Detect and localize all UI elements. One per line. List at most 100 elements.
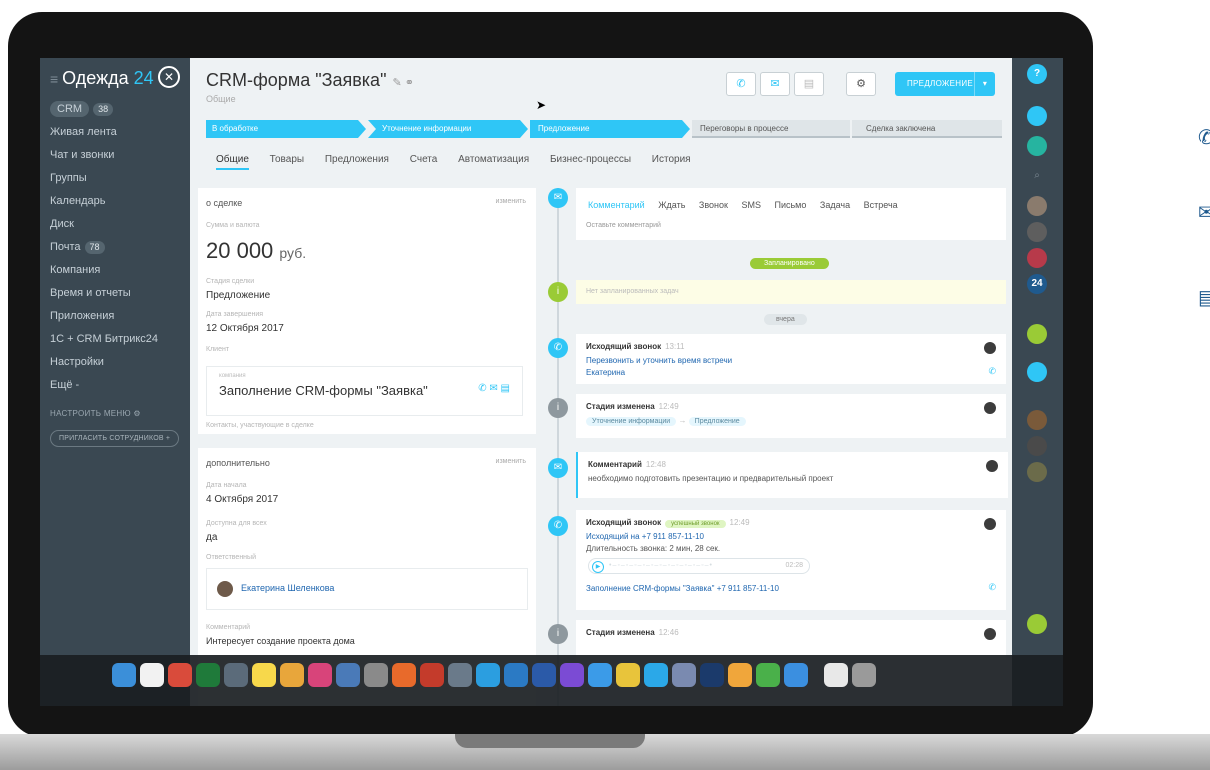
audio-player[interactable]: ▶ •–◦–◦–◦–◦–◦–◦–◦–◦–◦–◦–◦–• 02:28 (588, 558, 810, 574)
sidebar-item-crm[interactable]: CRM 38 (50, 98, 185, 121)
timeline-item-stage[interactable]: Стадия изменена 12:46 (576, 620, 1006, 660)
settings-button[interactable]: ⚙ (846, 72, 876, 96)
call-number[interactable]: Исходящий на +7 911 857-11-10 (586, 532, 704, 541)
call-icon[interactable] (1027, 614, 1047, 634)
menu-icon[interactable]: ≡ (50, 71, 58, 87)
responsible-name[interactable]: Екатерина Шеленкова (241, 583, 334, 593)
avatar[interactable] (1027, 410, 1047, 430)
sidebar-item-calendar[interactable]: Календарь (50, 190, 185, 213)
tab-comment[interactable]: Комментарий (588, 200, 645, 210)
launchpad-icon[interactable] (448, 663, 472, 687)
tab-sms[interactable]: SMS (741, 200, 761, 210)
phone-icon[interactable] (1027, 324, 1047, 344)
timeline-item-comment[interactable]: Комментарий 12:48 необходимо подготовить … (576, 452, 1008, 498)
stage-value[interactable]: Предложение (206, 290, 270, 301)
skype-icon[interactable] (644, 663, 668, 687)
music-icon[interactable] (308, 663, 332, 687)
responsible-box[interactable]: Екатерина Шеленкова (206, 568, 528, 610)
tab-proposals[interactable]: Предложения (325, 154, 389, 165)
quicktime-icon[interactable] (784, 663, 808, 687)
chrome-icon[interactable] (616, 663, 640, 687)
telegram-icon[interactable] (476, 663, 500, 687)
setup-menu-link[interactable]: НАСТРОИТЬ МЕНЮ ⚙ (50, 409, 185, 418)
avatar[interactable] (1027, 222, 1047, 242)
sidebar-item-disk[interactable]: Диск (50, 213, 185, 236)
waveform[interactable]: •–◦–◦–◦–◦–◦–◦–◦–◦–◦–◦–◦–• (609, 559, 713, 573)
notifications-icon[interactable] (1027, 106, 1047, 126)
status-icon[interactable] (1027, 136, 1047, 156)
image-capture-icon[interactable] (672, 663, 696, 687)
help-icon[interactable]: ? (1027, 64, 1047, 84)
calendar-icon[interactable] (140, 663, 164, 687)
books-icon[interactable] (392, 663, 416, 687)
edit-link[interactable]: изменить (496, 458, 526, 465)
event-contact[interactable]: Екатерина (586, 368, 625, 377)
word-icon[interactable] (532, 663, 556, 687)
viber-icon[interactable] (560, 663, 584, 687)
tab-wait[interactable]: Ждать (658, 200, 685, 210)
sidebar-item-more[interactable]: Ещё - (50, 374, 185, 397)
avatar[interactable] (1027, 248, 1047, 268)
bitrix24-icon[interactable] (504, 663, 528, 687)
start-date-value[interactable]: 4 Октября 2017 (206, 494, 278, 505)
chevron-down-icon[interactable]: ▾ (974, 72, 995, 96)
chat-button[interactable]: ▤ (794, 72, 824, 96)
tab-task[interactable]: Задача (820, 200, 850, 210)
comment-input[interactable]: Оставьте комментарий (586, 222, 661, 229)
sidebar-item-settings[interactable]: Настройки (50, 351, 185, 374)
available-value[interactable]: да (206, 532, 217, 543)
sidebar-item-mail[interactable]: Почта 78 (50, 236, 185, 259)
avatar[interactable] (1027, 196, 1047, 216)
stickies-icon[interactable] (252, 663, 276, 687)
photoshop-icon[interactable] (700, 663, 724, 687)
tab-general[interactable]: Общие (216, 154, 249, 170)
brand[interactable]: ≡ Одежда 24 (50, 68, 154, 89)
sidebar-item-company[interactable]: Компания (50, 259, 185, 282)
play-icon[interactable]: ▶ (592, 561, 604, 573)
sidebar-item-apps[interactable]: Приложения (50, 305, 185, 328)
tab-business-processes[interactable]: Бизнес-процессы (550, 154, 631, 165)
tab-automation[interactable]: Автоматизация (458, 154, 529, 165)
company-chat-icon[interactable]: 24 (1027, 274, 1047, 294)
excel-icon[interactable] (196, 663, 220, 687)
finder-icon[interactable] (112, 663, 136, 687)
client-name[interactable]: Заполнение CRM-формы "Заявка" (219, 383, 428, 398)
powerpoint-icon[interactable] (420, 663, 444, 687)
stage-negotiation[interactable]: Переговоры в процессе (692, 120, 850, 138)
stage-proposal[interactable]: Предложение (530, 120, 690, 138)
stage-clarification[interactable]: Уточнение информации (368, 120, 528, 138)
client-box[interactable]: компания Заполнение CRM-формы "Заявка" ✆… (206, 366, 523, 416)
tab-history[interactable]: История (652, 154, 691, 165)
phone-icon[interactable]: ✆ (988, 366, 996, 377)
tab-letter[interactable]: Письмо (775, 200, 807, 210)
megaphone-icon[interactable] (1027, 362, 1047, 382)
preview-icon[interactable] (336, 663, 360, 687)
proposal-button[interactable]: ПРЕДЛОЖЕНИЕ ▾ (895, 72, 995, 96)
sidebar-item-time[interactable]: Время и отчеты (50, 282, 185, 305)
stage-processing[interactable]: В обработке (206, 120, 366, 138)
app-icon[interactable] (224, 663, 248, 687)
close-icon[interactable]: ✕ (158, 66, 180, 88)
event-subject[interactable]: Перезвонить и уточнить время встречи (586, 356, 732, 365)
edit-link[interactable]: изменить (496, 198, 526, 205)
safari-icon[interactable] (588, 663, 612, 687)
sidebar-item-feed[interactable]: Живая лента (50, 121, 185, 144)
system-preferences-icon[interactable] (364, 663, 388, 687)
comment-value[interactable]: Интересует создание проекта дома (206, 636, 355, 646)
tab-products[interactable]: Товары (270, 154, 304, 165)
avatar[interactable] (1027, 436, 1047, 456)
timeline-item-call[interactable]: Исходящий звонок 13:11 Перезвонить и уточ… (576, 334, 1006, 384)
call-button[interactable]: ✆ (726, 72, 756, 96)
tab-call[interactable]: Звонок (699, 200, 728, 210)
call-entity-link[interactable]: Заполнение CRM-формы "Заявка" +7 911 857… (586, 584, 779, 593)
edit-title-icon[interactable]: ✎ ⚭ (392, 77, 414, 89)
amount-value[interactable]: 20 000 руб. (206, 238, 306, 264)
invite-button[interactable]: ПРИГЛАСИТЬ СОТРУДНИКОВ + (50, 430, 180, 447)
email-button[interactable]: ✉ (760, 72, 790, 96)
sidebar-item-1c[interactable]: 1С + CRM Битрикс24 (50, 328, 185, 351)
client-contact-icons[interactable]: ✆ ✉ ▤ (478, 383, 510, 394)
stage-closed[interactable]: Сделка заключена (852, 120, 1002, 138)
search-icon[interactable]: ⌕ (1027, 166, 1047, 186)
timeline-item-call-success[interactable]: Исходящий звонок успешный звонок 12:49 Исх… (576, 510, 1006, 610)
photos-icon[interactable] (280, 663, 304, 687)
